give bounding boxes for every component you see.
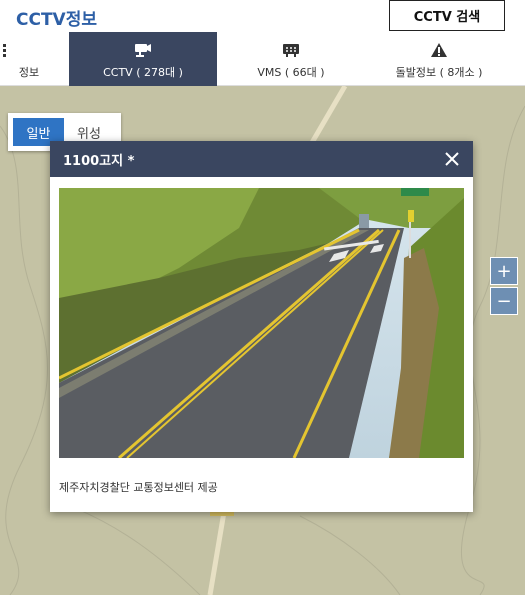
zoom-in-button[interactable]: + xyxy=(490,257,518,285)
tab-incident[interactable]: 돌발정보 ( 8개소 ) xyxy=(365,32,513,86)
cctv-camera-image xyxy=(59,188,464,458)
cctv-search-button[interactable]: CCTV 검색 xyxy=(389,0,505,31)
tab-incident-label: 돌발정보 ( 8개소 ) xyxy=(395,65,483,79)
close-icon[interactable] xyxy=(445,152,459,166)
page-title: CCTV정보 xyxy=(16,10,97,30)
cctv-credit-text: 제주자치경찰단 교통정보센터 제공 xyxy=(59,481,218,494)
tab-cctv[interactable]: CCTV ( 278대 ) xyxy=(69,32,217,86)
popup-header: 1100고지 * xyxy=(50,141,473,177)
menu-icon xyxy=(3,39,17,61)
tab-info[interactable]: 정보 xyxy=(0,32,60,86)
tab-cctv-label: CCTV ( 278대 ) xyxy=(103,65,183,79)
app-header: CCTV정보 CCTV 검색 xyxy=(0,0,525,32)
tab-vms-label: VMS ( 66대 ) xyxy=(257,65,325,79)
popup-title: 1100고지 * xyxy=(63,153,135,169)
zoom-out-button[interactable]: − xyxy=(490,287,518,315)
tab-vms[interactable]: VMS ( 66대 ) xyxy=(217,32,365,86)
cctv-camera-icon xyxy=(134,39,152,61)
tab-info-label: 정보 xyxy=(18,65,40,79)
vms-sign-icon xyxy=(282,39,300,61)
category-tabs: 정보 CCTV ( 278대 ) VMS ( 66대 ) 돌발정보 ( 8개소 … xyxy=(0,32,525,86)
zoom-controls: + − xyxy=(490,257,518,317)
cctv-popup: 1100고지 * 제주자치경찰단 교통정보센터 제공 xyxy=(50,141,473,512)
warning-icon xyxy=(430,39,448,61)
popup-body: 제주자치경찰단 교통정보센터 제공 xyxy=(50,177,473,495)
